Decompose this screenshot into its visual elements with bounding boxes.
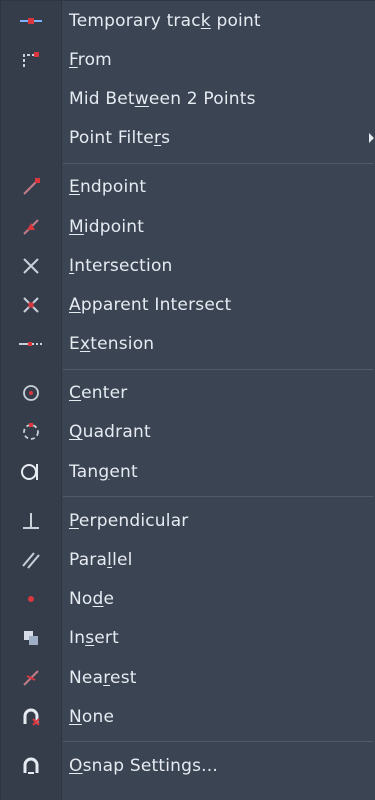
menu-separator [1, 158, 375, 168]
menu-item-quadrant[interactable]: Quadrant [1, 413, 375, 452]
menu-item-osnap-settings[interactable]: Osnap Settings... [1, 746, 375, 785]
center-icon [1, 374, 61, 413]
temporary-track-icon [1, 1, 61, 40]
menu-item-label: Insert [69, 628, 119, 649]
menu-item-tangent[interactable]: Tangent [1, 452, 375, 491]
menu-item-label: Extension [69, 334, 155, 355]
none-icon [1, 697, 61, 736]
menu-item-label: Midpoint [69, 216, 145, 237]
menu-item-label: Osnap Settings... [69, 755, 218, 776]
menu-item-label: Endpoint [69, 177, 147, 198]
node-icon [1, 580, 61, 619]
osnap-settings-icon [1, 746, 61, 785]
intersection-icon [1, 246, 61, 285]
menu-item-label: Temporary track point [69, 10, 261, 31]
endpoint-icon [1, 168, 61, 207]
menu-item-label: Mid Between 2 Points [69, 88, 256, 109]
menu-item-extension[interactable]: Extension [1, 325, 375, 364]
menu-item-parallel[interactable]: Parallel [1, 540, 375, 579]
menu-item-label: Quadrant [69, 422, 151, 443]
menu-item-label: From [69, 49, 112, 70]
parallel-icon [1, 540, 61, 579]
menu-item-apparent-intersect[interactable]: Apparent Intersect [1, 285, 375, 324]
menu-item-label: Point Filters [69, 128, 171, 149]
quadrant-icon [1, 413, 61, 452]
insert-icon [1, 619, 61, 658]
extension-icon [1, 325, 61, 364]
from-icon [1, 40, 61, 79]
menu-item-center[interactable]: Center [1, 374, 375, 413]
menu-item-temporary-track-point[interactable]: Temporary track point [1, 1, 375, 40]
perpendicular-icon [1, 501, 61, 540]
menu-item-label: Parallel [69, 550, 133, 571]
menu-item-from[interactable]: From [1, 40, 375, 79]
menu-item-midpoint[interactable]: Midpoint [1, 207, 375, 246]
menu-separator [1, 364, 375, 374]
menu-item-perpendicular[interactable]: Perpendicular [1, 501, 375, 540]
menu-item-node[interactable]: Node [1, 580, 375, 619]
menu-item-label: Center [69, 383, 128, 404]
tangent-icon [1, 452, 61, 491]
menu-item-label: Apparent Intersect [69, 294, 232, 315]
menu-separator [1, 736, 375, 746]
menu-items: Temporary track point From Mid Between 2… [1, 1, 375, 786]
menu-item-intersection[interactable]: Intersection [1, 246, 375, 285]
nearest-icon [1, 658, 61, 697]
midpoint-icon [1, 207, 61, 246]
menu-item-endpoint[interactable]: Endpoint [1, 168, 375, 207]
menu-item-nearest[interactable]: Nearest [1, 658, 375, 697]
menu-item-label: Tangent [69, 461, 138, 482]
menu-item-insert[interactable]: Insert [1, 619, 375, 658]
submenu-arrow-icon [369, 133, 374, 144]
menu-item-label: Node [69, 589, 115, 610]
menu-item-mid-between-2-points[interactable]: Mid Between 2 Points [1, 79, 375, 118]
menu-item-label: Perpendicular [69, 510, 189, 531]
menu-item-label: Intersection [69, 255, 173, 276]
osnap-context-menu: Temporary track point From Mid Between 2… [0, 0, 375, 800]
menu-item-label: None [69, 706, 115, 727]
menu-separator [1, 491, 375, 501]
apparent-intersect-icon [1, 285, 61, 324]
menu-item-label: Nearest [69, 667, 137, 688]
menu-item-none[interactable]: None [1, 697, 375, 736]
menu-item-point-filters[interactable]: Point Filters [1, 119, 375, 158]
